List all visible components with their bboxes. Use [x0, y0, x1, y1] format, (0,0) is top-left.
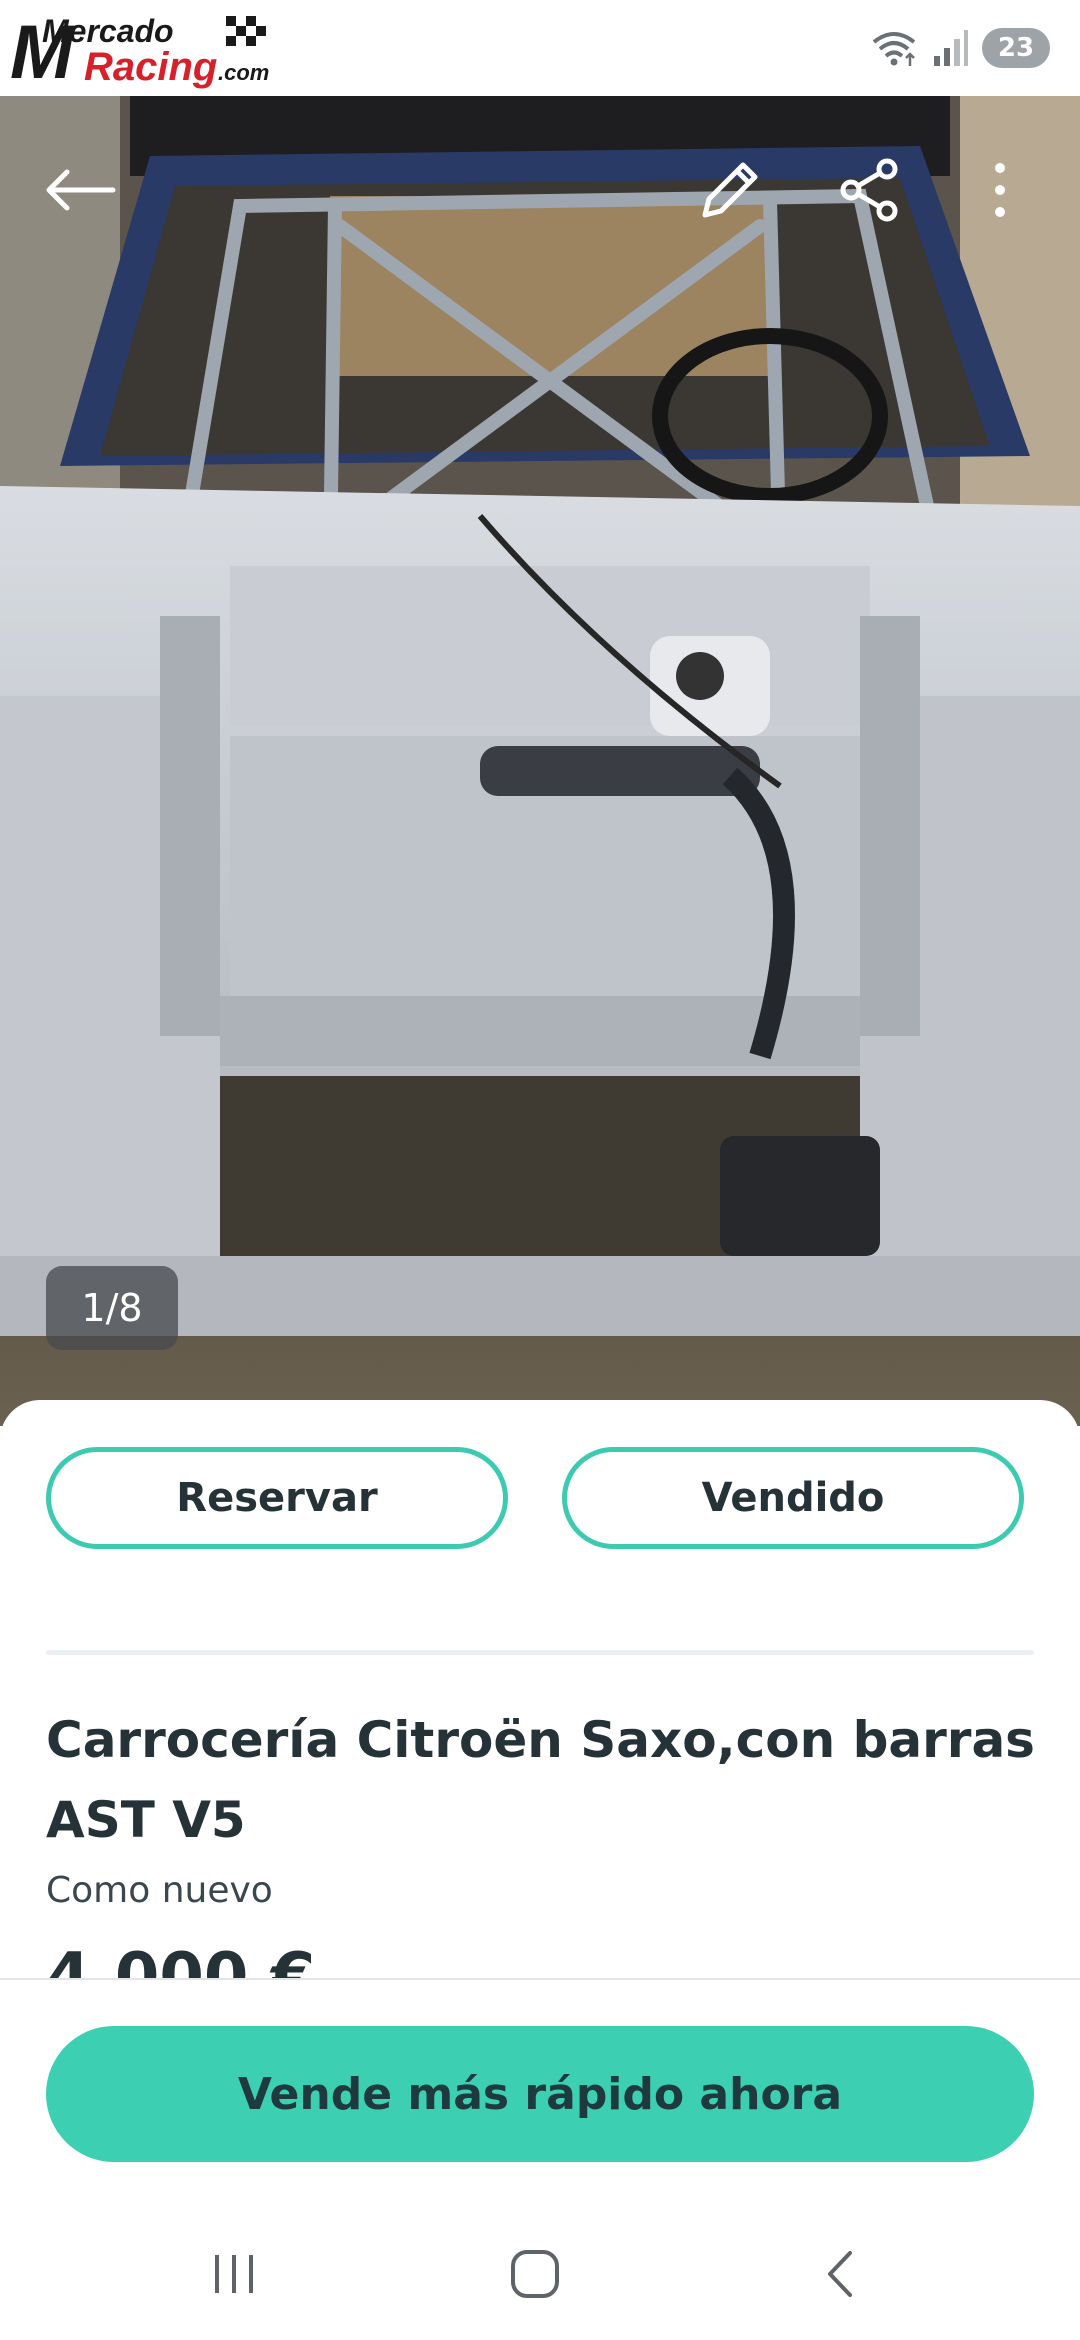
recents-icon: [215, 2255, 253, 2293]
edit-button[interactable]: [680, 140, 780, 240]
listing-condition: Como nuevo: [46, 1870, 273, 1911]
svg-text:Racing: Racing: [84, 45, 217, 89]
svg-text:.com: .com: [218, 60, 269, 85]
photo-counter: 1/8: [46, 1266, 178, 1350]
recents-button[interactable]: [174, 2228, 294, 2320]
mercadoracing-watermark-logo: Mercado M Racing .com: [10, 10, 269, 92]
listing-detail-sheet: Reservar Vendido Carrocería Citroën Saxo…: [0, 1400, 1080, 1980]
share-icon: [840, 158, 898, 222]
status-bar: Mercado M Racing .com 23: [0, 0, 1080, 96]
signal-icon: [934, 30, 968, 66]
back-button[interactable]: [30, 150, 130, 230]
wifi-icon: [872, 32, 916, 66]
svg-text:M: M: [10, 10, 75, 92]
back-arrow-icon: [46, 169, 116, 211]
reserve-button[interactable]: Reservar: [46, 1447, 508, 1549]
more-options-button[interactable]: [970, 140, 1030, 240]
mark-sold-button[interactable]: Vendido: [562, 1447, 1024, 1549]
share-button[interactable]: [820, 140, 920, 240]
section-divider: [46, 1650, 1034, 1655]
status-icons: 23: [870, 28, 1050, 68]
listing-photo-gallery[interactable]: 1/8: [0, 96, 1080, 1426]
listing-photo: [0, 96, 1080, 1426]
back-icon: [828, 2251, 852, 2297]
checkered-flag-icon: [226, 16, 266, 46]
home-button[interactable]: [475, 2228, 595, 2320]
battery-level: 23: [997, 33, 1035, 63]
more-vertical-icon: [995, 163, 1005, 217]
bottom-cta-bar: Vende más rápido ahora: [0, 1978, 1080, 2210]
sell-faster-button[interactable]: Vende más rápido ahora: [46, 2026, 1034, 2162]
system-back-button[interactable]: [780, 2228, 900, 2320]
system-navigation-bar: [0, 2208, 1080, 2340]
pencil-icon: [702, 162, 758, 218]
battery-icon: 23: [982, 28, 1050, 68]
listing-price: 4.000 €: [46, 1940, 316, 1980]
listing-title: Carrocería Citroën Saxo,con barras AST V…: [46, 1711, 1035, 1849]
home-icon: [511, 2250, 559, 2298]
